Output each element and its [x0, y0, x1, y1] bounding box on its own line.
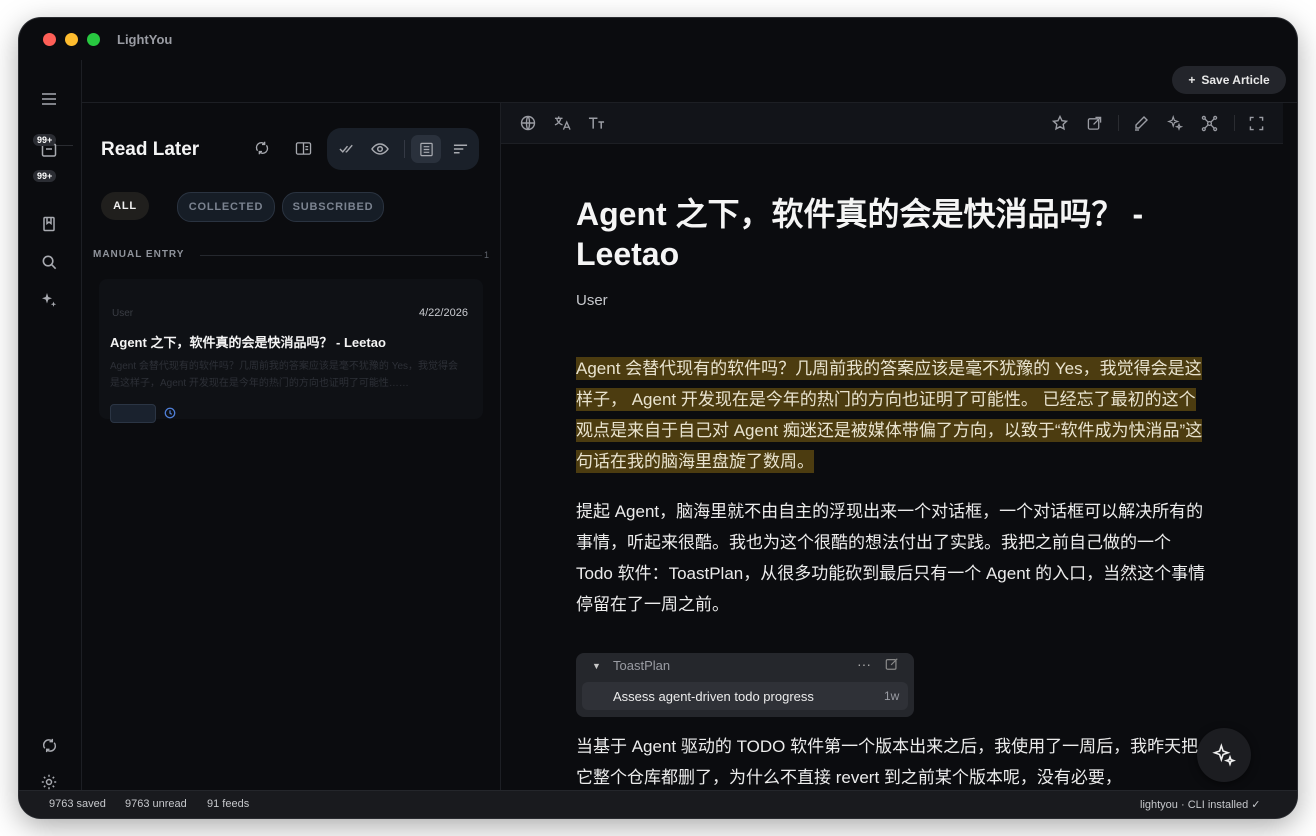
todo-task-text: Assess agent-driven todo progress — [613, 689, 814, 704]
embedded-todo-screenshot: ▼ ToastPlan ··· Assess agent-driven todo… — [576, 653, 914, 717]
highlighted-text[interactable]: Agent 会替代现有的软件吗？几周前我的答案应该是毫不犹豫的 Yes，我觉得会… — [576, 357, 1203, 473]
caret-down-icon: ▼ — [592, 661, 601, 671]
sort-icon[interactable] — [448, 137, 472, 161]
ai-summary-icon[interactable] — [1163, 111, 1187, 135]
ai-assistant-button[interactable] — [1197, 728, 1251, 782]
article-paragraph-highlighted: Agent 会替代现有的软件吗？几周前我的答案应该是毫不犹豫的 Yes，我觉得会… — [576, 353, 1210, 477]
edit-icon — [885, 657, 901, 673]
bookmarks-icon[interactable] — [37, 212, 61, 236]
section-label: MANUAL ENTRY — [93, 249, 185, 260]
filter-all-chip[interactable]: ALL — [101, 192, 149, 220]
mindmap-icon[interactable] — [1197, 111, 1221, 135]
article-list-panel: Read Later ALL COLLECTED SUBSCRIBED MANU… — [82, 103, 501, 790]
todo-list-name: ToastPlan — [613, 658, 671, 673]
mark-all-read-icon[interactable] — [335, 137, 359, 161]
card-title: Agent 之下，软件真的会是快消品吗？ - Leetao — [110, 335, 386, 350]
top-header: + Save Article — [81, 60, 1297, 103]
sync-icon[interactable] — [37, 733, 61, 757]
unread-count: 9763 unread — [125, 798, 187, 810]
unread-badge: 99+ — [33, 134, 57, 146]
filter-collected-chip[interactable]: COLLECTED — [177, 192, 275, 222]
close-window-button[interactable] — [43, 33, 56, 46]
todo-task-age: 1w — [884, 689, 900, 703]
titlebar: LightYou — [19, 18, 1297, 60]
section-count: 1 — [484, 250, 490, 260]
translate-icon[interactable] — [550, 111, 574, 135]
section-divider — [200, 255, 482, 256]
article-title: Agent 之下，软件真的会是快消品吗？ - Leetao — [576, 196, 1144, 272]
card-tag[interactable] — [110, 404, 156, 423]
filter-subscribed-chip[interactable]: SUBSCRIBED — [282, 192, 384, 222]
refresh-icon[interactable] — [250, 136, 274, 160]
reader-pane: Agent 之下，软件真的会是快消品吗？ - Leetao User Agent… — [501, 103, 1283, 790]
card-date: 4/22/2026 — [419, 307, 468, 319]
external-link-icon[interactable] — [1082, 111, 1106, 135]
reader-toolbar — [501, 103, 1283, 144]
save-article-button[interactable]: + Save Article — [1172, 66, 1286, 94]
star-icon[interactable] — [1048, 111, 1072, 135]
text-size-icon[interactable] — [584, 111, 608, 135]
feeds-badge: 99+ — [33, 170, 57, 182]
more-icon: ··· — [857, 656, 871, 672]
eye-icon[interactable] — [368, 137, 392, 161]
cli-status: lightyou · CLI installed ✓ — [1140, 799, 1261, 811]
app-window: LightYou 99+ 99+ + Save Article Read Lat… — [19, 18, 1297, 818]
article-paragraph: 当基于 Agent 驱动的 TODO 软件第一个版本出来之后，我使用了一周后，我… — [576, 737, 1199, 787]
highlight-pen-icon[interactable] — [1129, 111, 1153, 135]
search-icon[interactable] — [37, 250, 61, 274]
status-bar: 9763 saved 9763 unread 91 feeds lightyou… — [19, 790, 1297, 818]
globe-icon[interactable] — [516, 111, 540, 135]
todo-task-row: Assess agent-driven todo progress 1w — [582, 682, 908, 710]
minimize-window-button[interactable] — [65, 33, 78, 46]
app-title: LightYou — [117, 32, 173, 47]
menu-icon[interactable] — [37, 87, 61, 111]
list-view-icon[interactable] — [414, 137, 438, 161]
save-article-label: Save Article — [1201, 73, 1270, 87]
clock-icon — [163, 406, 177, 420]
reader-toolbar-divider — [1118, 115, 1119, 131]
toolbar-divider — [404, 140, 405, 158]
sparkles-icon[interactable] — [37, 288, 61, 312]
layout-icon[interactable] — [291, 136, 315, 160]
reader-toolbar-divider — [1234, 115, 1235, 131]
card-excerpt: Agent 会替代现有的软件吗？几周前我的答案应该是毫不犹豫的 Yes，我觉得会… — [110, 361, 459, 389]
list-view-toolbar — [327, 128, 479, 170]
left-rail: 99+ 99+ — [19, 60, 82, 790]
card-source: User — [112, 308, 134, 319]
zoom-window-button[interactable] — [87, 33, 100, 46]
fullscreen-icon[interactable] — [1244, 111, 1268, 135]
plus-icon: + — [1188, 73, 1196, 87]
article-paragraph: 提起 Agent，脑海里就不由自主的浮现出来一个对话框，一个对话框可以解决所有的… — [576, 502, 1206, 614]
saved-count: 9763 saved — [49, 798, 106, 810]
panel-title: Read Later — [101, 139, 200, 160]
article-author: User — [576, 292, 608, 309]
feeds-count: 91 feeds — [207, 798, 250, 810]
